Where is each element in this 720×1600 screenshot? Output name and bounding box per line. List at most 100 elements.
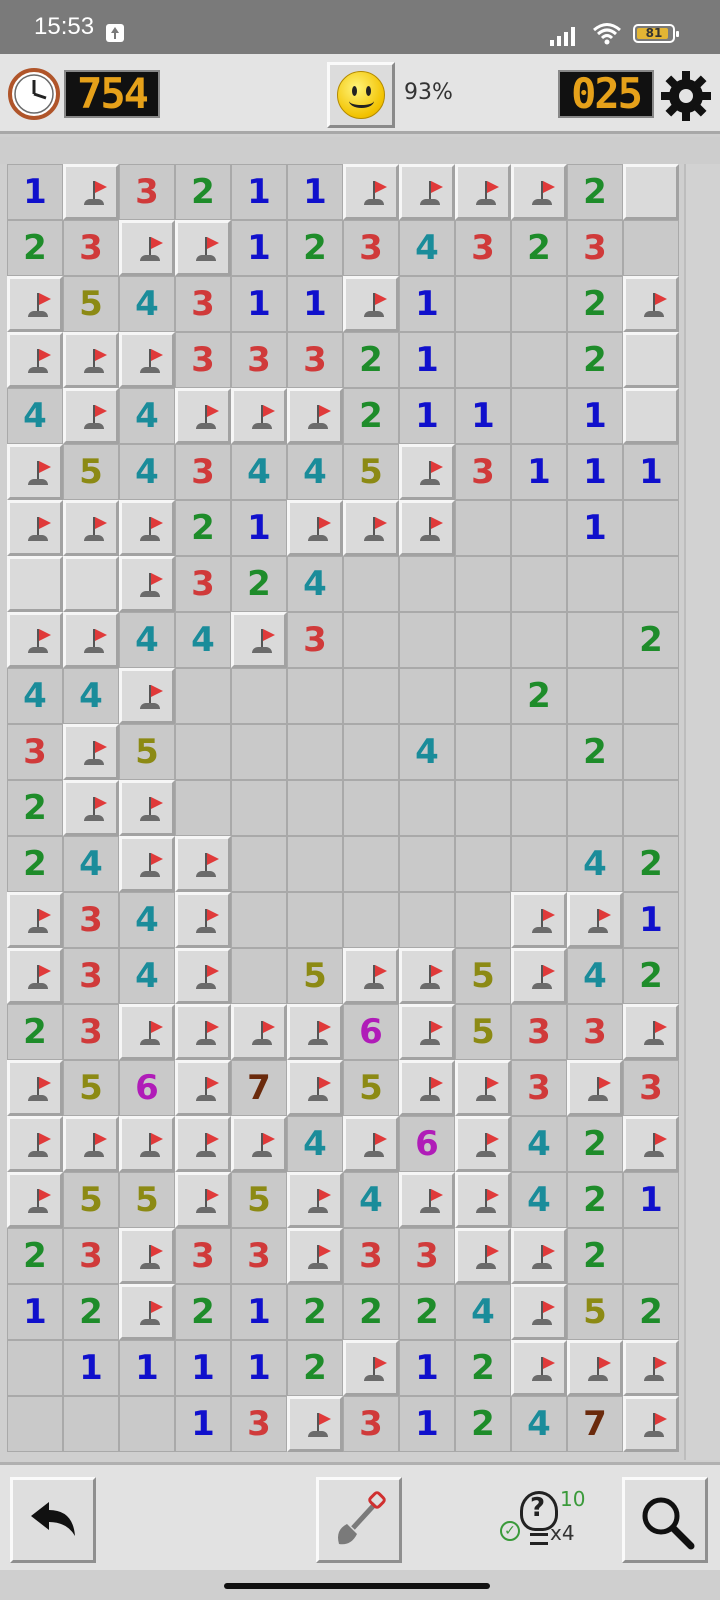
flagged-cell[interactable]: [63, 1116, 119, 1172]
number-cell[interactable]: 6: [343, 1004, 399, 1060]
number-cell[interactable]: 2: [567, 1116, 623, 1172]
empty-cell[interactable]: [511, 388, 567, 444]
empty-cell[interactable]: [511, 276, 567, 332]
flagged-cell[interactable]: [63, 164, 119, 220]
number-cell[interactable]: 2: [7, 780, 63, 836]
empty-cell[interactable]: [567, 612, 623, 668]
number-cell[interactable]: 5: [63, 1060, 119, 1116]
number-cell[interactable]: 4: [343, 1172, 399, 1228]
number-cell[interactable]: 1: [455, 388, 511, 444]
number-cell[interactable]: 1: [175, 1396, 231, 1452]
number-cell[interactable]: 1: [63, 1340, 119, 1396]
empty-cell[interactable]: [399, 612, 455, 668]
flagged-cell[interactable]: [7, 444, 63, 500]
flagged-cell[interactable]: [455, 1060, 511, 1116]
number-cell[interactable]: 5: [567, 1284, 623, 1340]
empty-cell[interactable]: [623, 556, 679, 612]
flagged-cell[interactable]: [567, 892, 623, 948]
empty-cell[interactable]: [175, 724, 231, 780]
empty-cell[interactable]: [567, 556, 623, 612]
zoom-button[interactable]: [622, 1477, 708, 1563]
number-cell[interactable]: 3: [343, 1228, 399, 1284]
empty-cell[interactable]: [455, 780, 511, 836]
number-cell[interactable]: 7: [231, 1060, 287, 1116]
flagged-cell[interactable]: [455, 1116, 511, 1172]
flagged-cell[interactable]: [287, 500, 343, 556]
empty-cell[interactable]: [343, 556, 399, 612]
flagged-cell[interactable]: [119, 836, 175, 892]
number-cell[interactable]: 2: [623, 836, 679, 892]
number-cell[interactable]: 2: [175, 164, 231, 220]
flagged-cell[interactable]: [399, 444, 455, 500]
flagged-cell[interactable]: [399, 1004, 455, 1060]
number-cell[interactable]: 3: [287, 612, 343, 668]
number-cell[interactable]: 3: [63, 892, 119, 948]
number-cell[interactable]: 2: [175, 1284, 231, 1340]
flagged-cell[interactable]: [343, 1116, 399, 1172]
number-cell[interactable]: 3: [455, 220, 511, 276]
empty-cell[interactable]: [455, 668, 511, 724]
number-cell[interactable]: 2: [399, 1284, 455, 1340]
empty-cell[interactable]: [623, 724, 679, 780]
empty-cell[interactable]: [343, 612, 399, 668]
flagged-cell[interactable]: [399, 164, 455, 220]
number-cell[interactable]: 3: [399, 1228, 455, 1284]
flagged-cell[interactable]: [7, 612, 63, 668]
flagged-cell[interactable]: [567, 1340, 623, 1396]
number-cell[interactable]: 3: [455, 444, 511, 500]
number-cell[interactable]: 1: [231, 500, 287, 556]
unopened-cell[interactable]: [623, 388, 679, 444]
empty-cell[interactable]: [343, 668, 399, 724]
number-cell[interactable]: 4: [7, 388, 63, 444]
empty-cell[interactable]: [511, 556, 567, 612]
empty-cell[interactable]: [287, 668, 343, 724]
number-cell[interactable]: 2: [175, 500, 231, 556]
number-cell[interactable]: 2: [455, 1396, 511, 1452]
flagged-cell[interactable]: [623, 1004, 679, 1060]
number-cell[interactable]: 1: [399, 388, 455, 444]
flagged-cell[interactable]: [63, 612, 119, 668]
flagged-cell[interactable]: [175, 892, 231, 948]
empty-cell[interactable]: [399, 892, 455, 948]
empty-cell[interactable]: [567, 780, 623, 836]
empty-cell[interactable]: [511, 332, 567, 388]
number-cell[interactable]: 5: [455, 1004, 511, 1060]
flagged-cell[interactable]: [175, 1004, 231, 1060]
number-cell[interactable]: 1: [175, 1340, 231, 1396]
empty-cell[interactable]: [623, 1228, 679, 1284]
number-cell[interactable]: 3: [567, 1004, 623, 1060]
flagged-cell[interactable]: [63, 388, 119, 444]
number-cell[interactable]: 2: [63, 1284, 119, 1340]
flagged-cell[interactable]: [623, 1396, 679, 1452]
flagged-cell[interactable]: [287, 1228, 343, 1284]
number-cell[interactable]: 5: [231, 1172, 287, 1228]
number-cell[interactable]: 1: [399, 1396, 455, 1452]
flagged-cell[interactable]: [623, 1116, 679, 1172]
empty-cell[interactable]: [63, 1396, 119, 1452]
empty-cell[interactable]: [175, 780, 231, 836]
flagged-cell[interactable]: [343, 500, 399, 556]
flagged-cell[interactable]: [399, 500, 455, 556]
empty-cell[interactable]: [7, 1396, 63, 1452]
empty-cell[interactable]: [455, 892, 511, 948]
empty-cell[interactable]: [455, 332, 511, 388]
number-cell[interactable]: 3: [343, 1396, 399, 1452]
flagged-cell[interactable]: [567, 1060, 623, 1116]
empty-cell[interactable]: [231, 948, 287, 1004]
empty-cell[interactable]: [511, 724, 567, 780]
flagged-cell[interactable]: [231, 1116, 287, 1172]
number-cell[interactable]: 1: [567, 444, 623, 500]
empty-cell[interactable]: [231, 892, 287, 948]
flagged-cell[interactable]: [119, 556, 175, 612]
number-cell[interactable]: 3: [63, 220, 119, 276]
number-cell[interactable]: 5: [63, 444, 119, 500]
number-cell[interactable]: 4: [399, 220, 455, 276]
flagged-cell[interactable]: [63, 500, 119, 556]
flagged-cell[interactable]: [511, 164, 567, 220]
undo-button[interactable]: [10, 1477, 96, 1563]
empty-cell[interactable]: [343, 892, 399, 948]
flagged-cell[interactable]: [231, 1004, 287, 1060]
number-cell[interactable]: 1: [567, 388, 623, 444]
unopened-cell[interactable]: [623, 164, 679, 220]
number-cell[interactable]: 2: [567, 1228, 623, 1284]
